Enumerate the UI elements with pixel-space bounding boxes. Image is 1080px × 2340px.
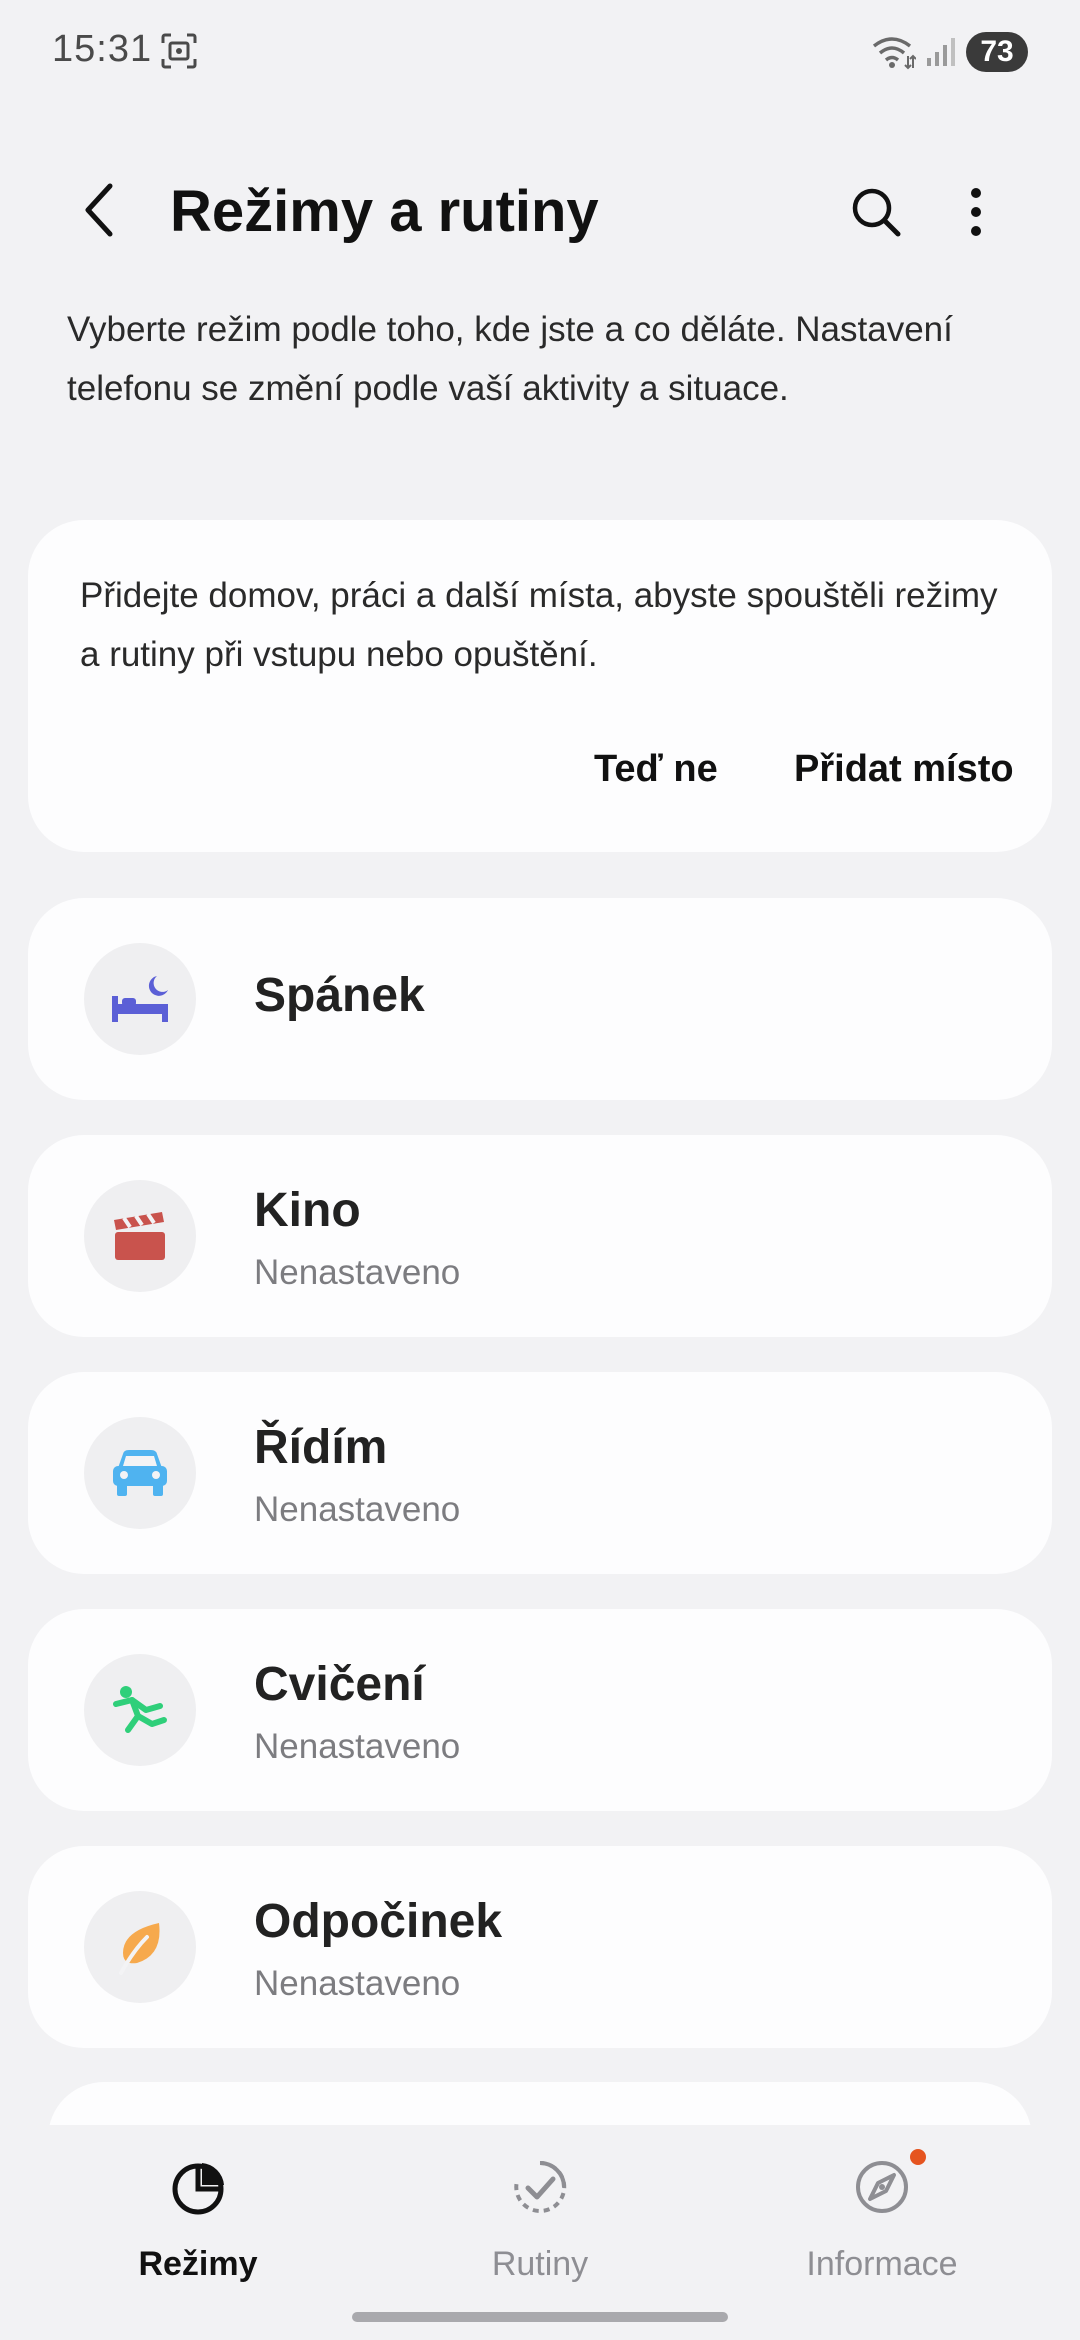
mode-icon-circle	[84, 1891, 196, 2003]
screen: 15:31 73 Režimy a rutiny Vyberte režim p…	[0, 0, 1080, 2340]
bed-moon-icon	[112, 976, 168, 1022]
notification-badge	[910, 2149, 926, 2165]
wifi-icon	[872, 37, 916, 70]
mode-item-exercise[interactable]: Cvičení Nenastaveno	[28, 1609, 1052, 1811]
mode-icon-circle	[84, 1180, 196, 1292]
more-options-button[interactable]	[956, 182, 996, 242]
mode-status: Nenastaveno	[254, 1253, 461, 1292]
mode-name: Odpočinek	[254, 1895, 503, 1948]
intro-text: Vyberte režim podle toho, kde jste a co …	[67, 310, 953, 408]
mode-name: Kino	[254, 1184, 361, 1237]
running-icon	[113, 1686, 167, 1733]
mode-icon-circle	[84, 1417, 196, 1529]
mode-name: Cvičení	[254, 1658, 425, 1711]
tab-label: Rutiny	[491, 2245, 589, 2283]
modes-icon	[172, 2163, 224, 2215]
tab-routines[interactable]: Rutiny	[390, 2155, 690, 2305]
back-button[interactable]	[70, 180, 130, 240]
mode-icon-circle	[84, 1654, 196, 1766]
mode-item-driving[interactable]: Řídím Nenastaveno	[28, 1372, 1052, 1574]
status-bar: 15:31 73	[0, 0, 1080, 100]
mode-status: Nenastaveno	[254, 1727, 461, 1766]
mode-status: Nenastaveno	[254, 1490, 461, 1529]
status-time: 15:31	[52, 28, 153, 70]
screenshot-icon	[161, 33, 197, 69]
car-icon	[113, 1450, 167, 1496]
more-vertical-icon	[971, 188, 981, 236]
mode-icon-circle	[84, 943, 196, 1055]
app-header: Režimy a rutiny	[0, 160, 1080, 260]
compass-icon	[856, 2161, 908, 2213]
bottom-navigation: Režimy Rutiny Informace	[0, 2125, 1080, 2340]
search-icon	[852, 188, 901, 237]
leaf-icon	[119, 1923, 160, 1975]
location-card-text: Přidejte domov, práci a další místa, aby…	[80, 576, 998, 674]
mode-name: Řídím	[254, 1421, 388, 1474]
mode-item-sleep[interactable]: Spánek	[28, 898, 1052, 1100]
add-place-button[interactable]: Přidat místo	[794, 748, 1014, 791]
mode-item-relax[interactable]: Odpočinek Nenastaveno	[28, 1846, 1052, 2048]
tab-label: Režimy	[138, 2245, 258, 2283]
battery-indicator: 73	[966, 32, 1028, 72]
routines-icon	[514, 2160, 567, 2213]
tab-info[interactable]: Informace	[732, 2149, 1032, 2305]
page-title: Režimy a rutiny	[170, 179, 599, 244]
clapperboard-icon	[114, 1212, 165, 1260]
mode-name: Spánek	[254, 969, 425, 1022]
not-now-button[interactable]: Teď ne	[594, 748, 718, 791]
tab-label: Informace	[806, 2245, 958, 2283]
mode-status: Nenastaveno	[254, 1964, 461, 2003]
tab-modes[interactable]: Režimy	[48, 2155, 348, 2305]
back-arrow-icon	[85, 183, 113, 237]
search-button[interactable]	[846, 182, 906, 242]
location-suggestion-card: Přidejte domov, práci a další místa, aby…	[28, 520, 1052, 852]
mode-item-cinema[interactable]: Kino Nenastaveno	[28, 1135, 1052, 1337]
signal-icon	[927, 38, 955, 66]
home-indicator[interactable]	[352, 2312, 728, 2322]
